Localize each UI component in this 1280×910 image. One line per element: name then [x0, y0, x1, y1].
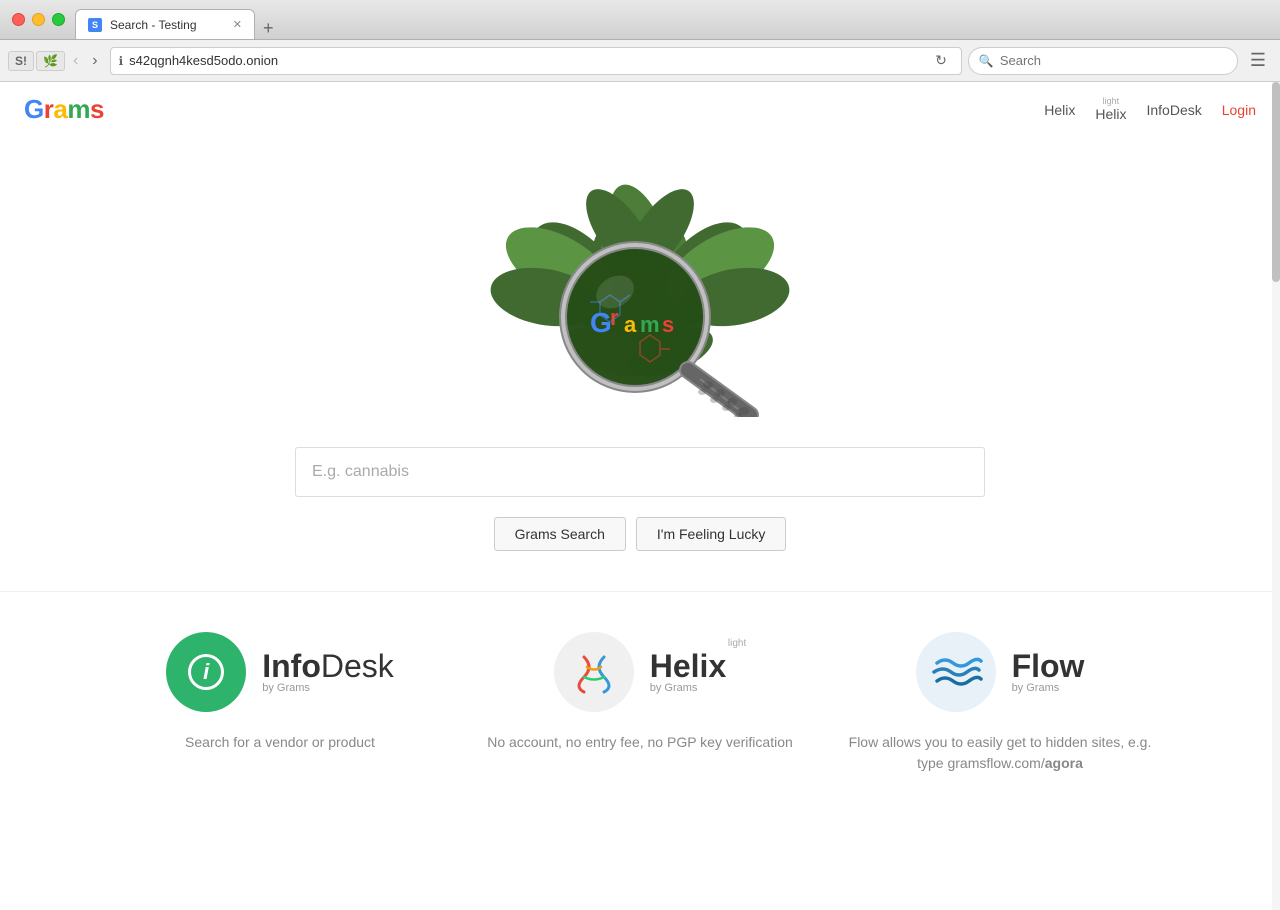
back-button[interactable]: ‹	[67, 48, 84, 74]
browser-search-container[interactable]: 🔍	[968, 47, 1238, 75]
infodesk-icon: i	[166, 632, 246, 712]
browser-search-input[interactable]	[1000, 53, 1227, 68]
nav-helix-light-container: light Helix	[1095, 97, 1126, 122]
security-info-icon[interactable]: ℹ	[119, 54, 124, 68]
maximize-button[interactable]	[52, 13, 65, 26]
logo-letter-m: m	[67, 94, 90, 124]
window-chrome: S Search - Testing ✕ +	[0, 0, 1280, 40]
infodesk-name: InfoDesk	[262, 650, 394, 682]
infodesk-description: Search for a vendor or product	[185, 732, 375, 753]
nav-helix-light-sub: light	[1103, 97, 1120, 106]
logo-letter-a: a	[53, 94, 67, 124]
flow-by-grams: by Grams	[1012, 682, 1060, 694]
grams-search-button[interactable]: Grams Search	[494, 517, 626, 551]
services-section: i InfoDesk by Grams Search for a vendor …	[0, 591, 1280, 804]
svg-text:a: a	[624, 312, 637, 337]
helix-description: No account, no entry fee, no PGP key ver…	[487, 732, 793, 753]
infodesk-name-desk: Desk	[321, 648, 394, 684]
infodesk-i-icon: i	[188, 654, 224, 690]
site-logo: Grams	[24, 94, 104, 125]
helix-light-badge: light	[728, 638, 746, 649]
tab-title: Search - Testing	[110, 18, 197, 32]
active-tab[interactable]: S Search - Testing ✕	[75, 9, 255, 39]
service-flow: Flow by Grams Flow allows you to easily …	[820, 632, 1180, 774]
infodesk-text: InfoDesk by Grams	[262, 650, 394, 694]
main-search-area: G r a m s	[0, 137, 1280, 591]
nav-helix[interactable]: Helix	[1044, 102, 1075, 118]
logo-letter-s: s	[90, 94, 104, 124]
address-bar-container[interactable]: ℹ ↻	[110, 47, 962, 75]
flow-name: Flow	[1012, 650, 1085, 682]
helix-logo-row: light Helix by Grams	[554, 632, 726, 712]
new-tab-button[interactable]: +	[259, 18, 278, 39]
grams-logo-image: G r a m s	[480, 157, 800, 417]
flow-icon	[916, 632, 996, 712]
traffic-lights	[12, 13, 65, 26]
helix-name-wrapper: light Helix	[650, 650, 726, 682]
infodesk-by-grams: by Grams	[262, 682, 310, 694]
site-nav: Helix light Helix InfoDesk Login	[1044, 97, 1256, 122]
svg-text:m: m	[640, 312, 660, 337]
scrollbar-thumb[interactable]	[1272, 82, 1280, 282]
browser-search-icon: 🔍	[979, 54, 994, 68]
extension-icon-2[interactable]: 🌿	[36, 51, 65, 71]
search-buttons: Grams Search I'm Feeling Lucky	[494, 517, 787, 551]
nav-helix-light[interactable]: Helix	[1095, 106, 1126, 122]
service-infodesk: i InfoDesk by Grams Search for a vendor …	[100, 632, 460, 774]
flow-description: Flow allows you to easily get to hidden …	[840, 732, 1160, 774]
page-content: Grams Helix light Helix InfoDesk Login	[0, 82, 1280, 910]
scrollbar[interactable]	[1272, 82, 1280, 910]
tab-close-button[interactable]: ✕	[233, 18, 242, 31]
browser-toolbar: S! 🌿 ‹ › ℹ ↻ 🔍 ☰	[0, 40, 1280, 82]
search-input-container	[295, 447, 985, 497]
svg-text:s: s	[662, 312, 674, 337]
helix-text: light Helix by Grams	[650, 650, 726, 694]
helix-name: Helix	[650, 650, 726, 682]
feeling-lucky-button[interactable]: I'm Feeling Lucky	[636, 517, 787, 551]
nav-infodesk[interactable]: InfoDesk	[1146, 102, 1201, 118]
tab-bar: S Search - Testing ✕ +	[75, 0, 278, 39]
toolbar-left-icons: S! 🌿 ‹ ›	[8, 48, 104, 74]
address-bar[interactable]	[129, 53, 929, 68]
close-button[interactable]	[12, 13, 25, 26]
menu-button[interactable]: ☰	[1244, 46, 1272, 75]
logo-letter-r: r	[44, 94, 54, 124]
svg-text:G: G	[590, 307, 612, 338]
flow-logo-row: Flow by Grams	[916, 632, 1085, 712]
refresh-button[interactable]: ↻	[929, 50, 953, 71]
logo-letter-g: G	[24, 94, 44, 124]
tab-favicon: S	[88, 18, 102, 32]
site-header: Grams Helix light Helix InfoDesk Login	[0, 82, 1280, 137]
service-helix: light Helix by Grams No account, no entr…	[460, 632, 820, 774]
extension-icon-1[interactable]: S!	[8, 51, 34, 71]
infodesk-logo-row: i InfoDesk by Grams	[166, 632, 394, 712]
minimize-button[interactable]	[32, 13, 45, 26]
flow-text: Flow by Grams	[1012, 650, 1085, 694]
nav-login[interactable]: Login	[1222, 102, 1256, 118]
main-search-input[interactable]	[295, 447, 985, 497]
infodesk-name-info: Info	[262, 648, 321, 684]
helix-icon	[554, 632, 634, 712]
forward-button[interactable]: ›	[86, 48, 103, 74]
